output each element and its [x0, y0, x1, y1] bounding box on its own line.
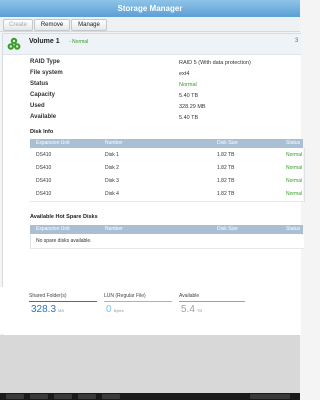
stat-shared-unit: MB	[58, 308, 65, 313]
stat-lun-label: LUN (Regular File)	[104, 293, 146, 299]
stat-available-line	[179, 301, 245, 302]
cell-status: Normal	[286, 152, 303, 158]
taskbar-item[interactable]	[102, 394, 120, 399]
prop-label-available: Available	[30, 114, 57, 120]
col-disk-size[interactable]: Disk Size	[217, 139, 238, 148]
taskbar-item[interactable]	[78, 394, 96, 399]
no-spare-text: No spare disks available.	[36, 238, 92, 244]
col-number[interactable]: Number	[105, 139, 123, 148]
cell-disk-size: 1.82 TB	[217, 191, 235, 197]
col-status[interactable]: Status	[286, 225, 300, 234]
table-row[interactable]: DS410 Disk 2 1.82 TB Normal	[30, 162, 303, 176]
prop-label-used: Used	[30, 103, 45, 109]
table-row[interactable]: DS410 Disk 3 1.82 TB Normal	[30, 175, 303, 189]
disk-info-header: Expansion Unit Number Disk Size Status	[30, 139, 303, 148]
prop-value-available: 5.40 TB	[179, 115, 199, 121]
remove-button[interactable]: Remove	[34, 19, 70, 31]
hot-spare-title: Available Hot Spare Disks	[30, 214, 98, 220]
prop-value-capacity: 5.40 TB	[179, 93, 199, 99]
stat-lun-unit: Bytes	[113, 308, 124, 313]
cell-number: Disk 2	[105, 165, 119, 171]
cell-status: Normal	[286, 191, 303, 197]
empty-background-area	[0, 335, 300, 395]
stat-shared-value-wrap: 328.3 MB	[31, 304, 64, 315]
cell-status: Normal	[286, 165, 303, 171]
cell-expansion-unit: DS410	[36, 191, 52, 197]
cell-expansion-unit: DS410	[36, 165, 52, 171]
taskbar-tray[interactable]	[250, 394, 290, 399]
window-title: Storage Manager	[0, 0, 300, 17]
stat-available-value-wrap: 5.4 TB	[181, 304, 202, 315]
taskbar	[0, 393, 300, 400]
hot-spare-empty-row: No spare disks available.	[30, 235, 304, 249]
storage-manager-screen: { "window": { "title": "Storage Manager"…	[0, 0, 305, 400]
cell-expansion-unit: DS410	[36, 178, 52, 184]
prop-label-raid-type: RAID Type	[30, 59, 60, 65]
stat-available-value: 5.4	[181, 304, 195, 315]
col-expansion-unit[interactable]: Expansion Unit	[36, 225, 70, 234]
cell-disk-size: 1.82 TB	[217, 178, 235, 184]
stat-available-unit: TB	[196, 308, 203, 313]
cell-expansion-unit: DS410	[36, 152, 52, 158]
toolbar: Create Remove Manage	[0, 17, 300, 32]
volume-number-hint: 3	[295, 38, 299, 44]
col-status[interactable]: Status	[286, 139, 300, 148]
create-button[interactable]: Create	[3, 19, 33, 31]
cell-number: Disk 1	[105, 152, 119, 158]
prop-value-status: Normal	[179, 82, 197, 88]
manage-button[interactable]: Manage	[71, 19, 107, 31]
hot-spare-header: Expansion Unit Number Disk Size Status	[30, 225, 303, 234]
prop-label-file-system: File system	[30, 70, 63, 76]
cell-number: Disk 3	[105, 178, 119, 184]
cell-disk-size: 1.82 TB	[217, 152, 235, 158]
volume-stack-icon	[7, 37, 21, 50]
stat-shared-line	[29, 301, 97, 302]
usage-summary: Shared Folder(s) 328.3 MB LUN (Regular Fi…	[0, 287, 300, 334]
prop-label-status: Status	[30, 81, 49, 87]
stat-available-label: Available	[179, 293, 200, 299]
taskbar-item[interactable]	[54, 394, 72, 399]
cell-disk-size: 1.82 TB	[217, 165, 235, 171]
taskbar-item[interactable]	[30, 394, 48, 399]
cell-status: Normal	[286, 178, 303, 184]
col-expansion-unit[interactable]: Expansion Unit	[36, 139, 70, 148]
taskbar-item[interactable]	[6, 394, 24, 399]
disk-info-title: Disk Info	[30, 129, 54, 135]
stat-shared-label: Shared Folder(s)	[29, 293, 67, 299]
cell-number: Disk 4	[105, 191, 119, 197]
prop-value-used: 328.29 MB	[179, 104, 206, 110]
stat-lun-line	[104, 301, 172, 302]
col-number[interactable]: Number	[105, 225, 123, 234]
prop-value-file-system: ext4	[179, 71, 190, 77]
col-disk-size[interactable]: Disk Size	[217, 225, 238, 234]
table-row[interactable]: DS410 Disk 4 1.82 TB Normal	[30, 188, 303, 202]
volume-title: Volume 1	[29, 38, 60, 45]
prop-label-capacity: Capacity	[30, 92, 56, 98]
table-row[interactable]: DS410 Disk 1 1.82 TB Normal	[30, 149, 303, 163]
stat-lun-value: 0	[106, 304, 112, 315]
stat-lun-value-wrap: 0 Bytes	[106, 304, 124, 315]
stat-shared-value: 328.3	[31, 304, 57, 315]
prop-value-raid-type: RAID 5 (With data protection)	[179, 60, 251, 66]
volume-header[interactable]: Volume 1 - Normal 3	[3, 34, 301, 55]
volume-status-inline: - Normal	[69, 39, 89, 45]
